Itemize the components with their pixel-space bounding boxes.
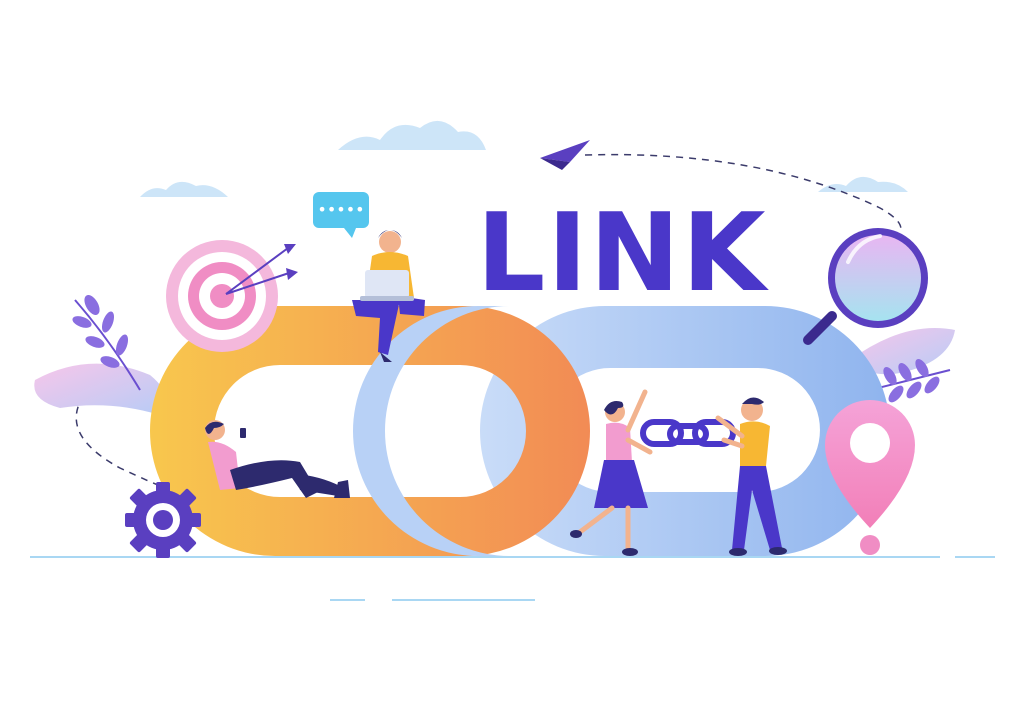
gear-icon	[125, 482, 201, 558]
headline-link: LINK	[476, 191, 768, 316]
ground-lines	[30, 556, 995, 601]
person-reclining	[205, 420, 350, 498]
target-icon	[166, 240, 278, 352]
cloud-top-center	[338, 120, 486, 150]
chat-bubble-dots: •••••	[317, 200, 364, 219]
link-illustration-svg: ••••• LINK	[30, 120, 995, 601]
left-foliage	[34, 295, 166, 415]
magnifier-icon	[803, 228, 928, 345]
chain-icon	[640, 419, 736, 447]
cloud-right	[818, 176, 908, 192]
illustration: ••••• LINK	[0, 0, 1024, 721]
chat-bubble-icon: •••••	[313, 192, 369, 238]
cloud-left	[140, 181, 228, 197]
paper-plane-icon	[540, 140, 590, 170]
